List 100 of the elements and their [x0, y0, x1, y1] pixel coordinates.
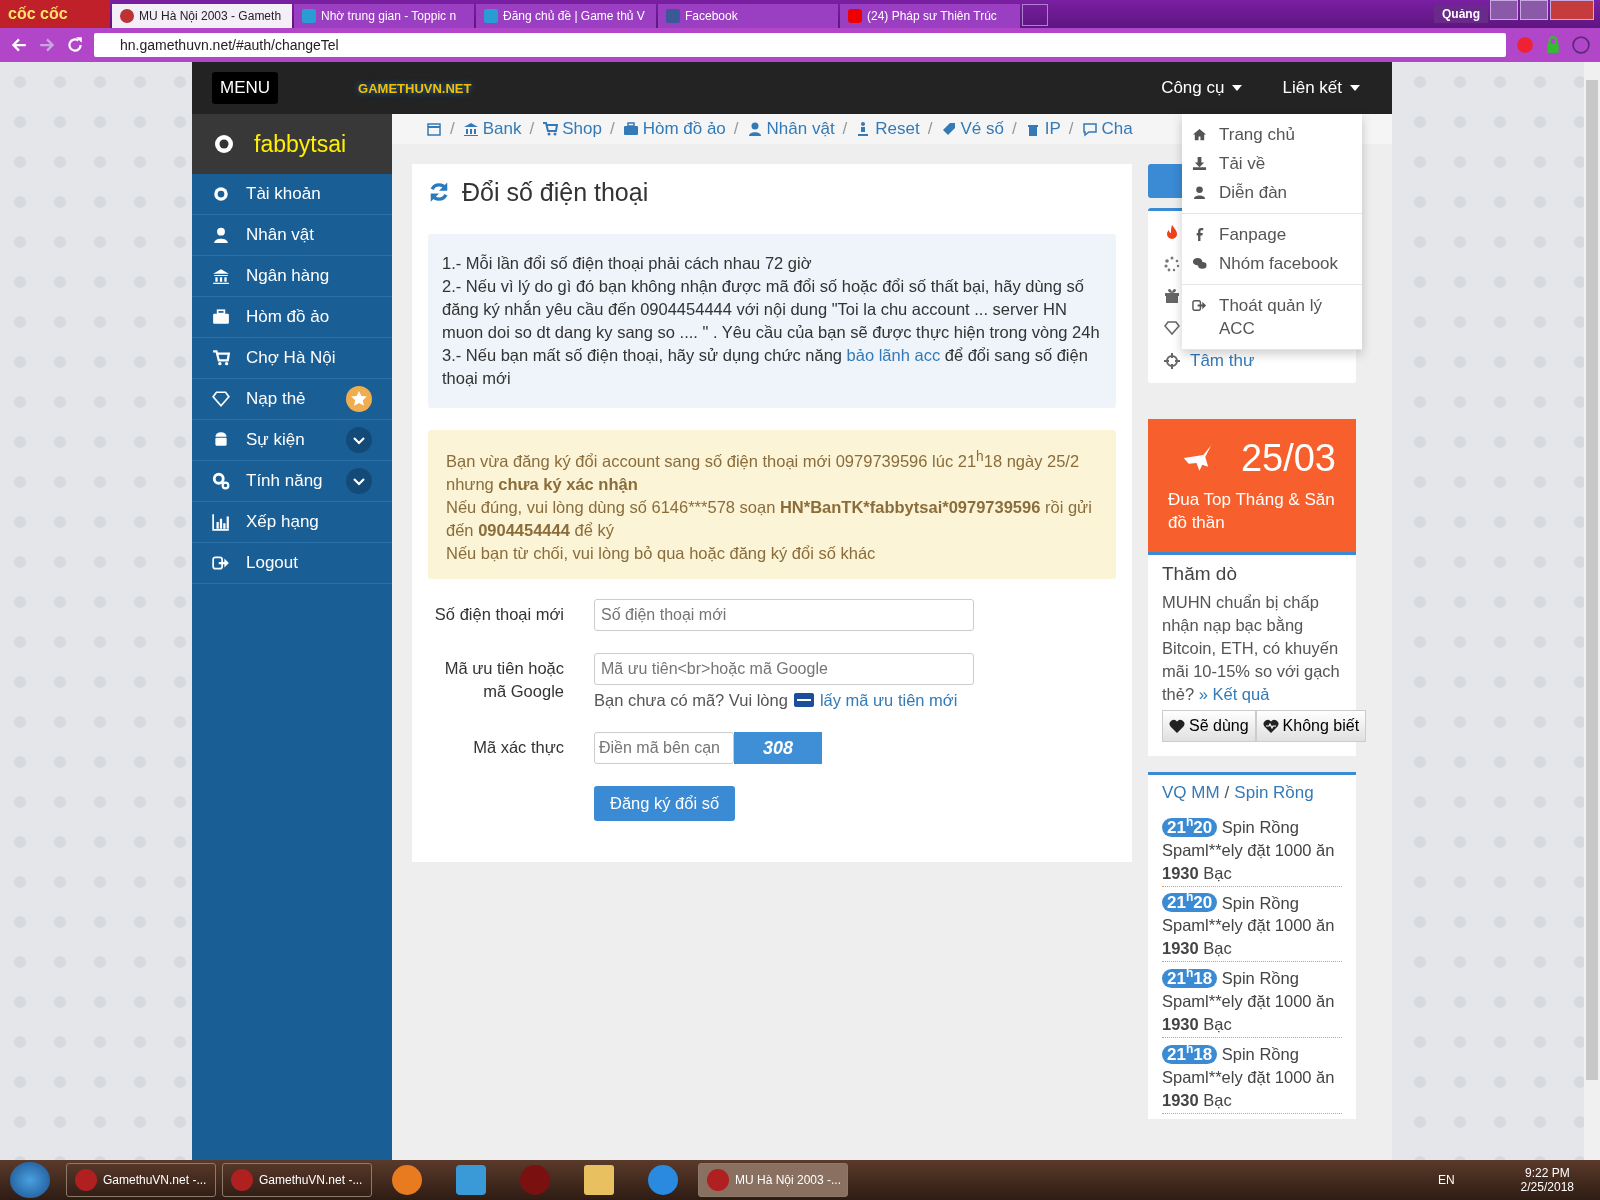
calendar-icon[interactable] [426, 121, 442, 137]
breadcrumb-link[interactable]: Shop [542, 119, 602, 139]
dropdown-item[interactable]: Nhóm facebook [1182, 249, 1362, 278]
field-label: Mã ưu tiên hoặc mã Google [443, 657, 564, 702]
menu-item-icon [212, 554, 230, 572]
breadcrumb-link[interactable]: Vé số [940, 119, 1004, 139]
reload-icon[interactable] [66, 36, 84, 54]
profile-button[interactable]: Quảng [1434, 5, 1488, 23]
minimize-button[interactable] [1490, 0, 1518, 20]
breadcrumb-separator: / [450, 119, 455, 139]
site-logo[interactable]: GAMETHUVN.NET [358, 80, 472, 96]
dropdown-item[interactable]: Fanpage [1182, 220, 1362, 249]
breadcrumb-separator: / [733, 119, 739, 139]
clock-time[interactable]: 9:22 PM [1524, 1166, 1570, 1180]
menu-item-icon [212, 349, 230, 367]
list-icon [1164, 288, 1180, 304]
captcha-field[interactable]: Điền mã bên cạn [594, 731, 734, 764]
maximize-button[interactable] [1520, 0, 1548, 20]
sidebar-label: Ngân hàng [246, 266, 331, 286]
dropdown-item[interactable]: Tải về [1182, 149, 1362, 178]
taskbar-window[interactable]: MU Hà Nội 2003 -... [698, 1163, 848, 1197]
guarantee-link[interactable]: bảo lãnh acc [846, 346, 941, 364]
menu-item-icon [1192, 185, 1207, 200]
breadcrumb-link[interactable]: Hòm đồ ảo [622, 119, 726, 139]
menu-item-icon [212, 308, 230, 326]
taskbar-window[interactable]: GamethuVN.net -... [66, 1163, 216, 1197]
caret-icon [1232, 85, 1243, 91]
breadcrumb-icon [1081, 121, 1098, 137]
nav-dropdown[interactable]: Công cụ [1161, 78, 1243, 98]
breadcrumb-icon [622, 121, 639, 137]
sidebar-label: Nhân vật [246, 225, 316, 245]
list-icon [1164, 353, 1180, 369]
breadcrumb-icon [542, 121, 559, 137]
scrollbar[interactable] [1584, 62, 1600, 1160]
breadcrumb-link[interactable]: Reset [855, 119, 920, 139]
breadcrumb-link[interactable]: Cha [1081, 119, 1133, 139]
browser-tab[interactable]: Facebook [658, 4, 838, 28]
media-player-icon[interactable] [456, 1165, 486, 1195]
menu-item-icon [212, 267, 230, 285]
browser-tab[interactable]: (24) Pháp sư Thiên Trúc [840, 4, 1020, 28]
input-field[interactable]: Số điện thoại mới [594, 598, 974, 631]
forward-icon[interactable] [38, 36, 56, 54]
submit-button[interactable]: Đăng ký đổi số [594, 785, 736, 821]
dropdown-item[interactable]: Thoát quản lý ACC [1182, 291, 1362, 343]
breadcrumb-icon [462, 121, 479, 137]
results-link[interactable]: » Kết quả [1198, 685, 1270, 703]
card-icon [793, 693, 814, 707]
page-title: Đổi số điện thoại [462, 177, 649, 207]
input-field[interactable]: Mã ưu tiên<br>hoặc mã Google [594, 652, 974, 685]
taskbar-window[interactable]: GamethuVN.net -... [222, 1163, 372, 1197]
start-button[interactable] [10, 1162, 50, 1198]
menu-button[interactable]: MENU [212, 72, 279, 104]
sidebar-item[interactable]: Hòm đồ ảo [192, 297, 392, 338]
clock-date[interactable]: 2/25/2018 [1520, 1180, 1574, 1194]
poll-title: Thăm dò [1162, 563, 1238, 585]
breadcrumb-separator: / [842, 119, 848, 139]
menu-item-icon [212, 185, 230, 203]
breadcrumb-icon [746, 121, 763, 137]
close-button[interactable] [1550, 0, 1594, 20]
sidebar-label: Xếp hạng [246, 512, 320, 532]
address-field[interactable]: hn.gamethuvn.net/#auth/changeTel [94, 33, 1506, 57]
get-code-link[interactable]: lấy mã ưu tiên mới [819, 690, 958, 710]
dropdown-item[interactable]: Diễn đàn [1182, 178, 1362, 207]
browser-icon[interactable] [648, 1165, 678, 1195]
sidebar-label: Logout [246, 553, 299, 573]
vote-button[interactable]: Không biết [1255, 710, 1367, 742]
breadcrumb-link[interactable]: Bank [462, 119, 522, 139]
feed-entry: 21$^{h}$20 Spin Rồng Spaml**ely đặt 1000 ăn 1930 Bạc [1162, 886, 1342, 963]
lock-icon[interactable] [1544, 36, 1562, 54]
new-tab-button[interactable] [1022, 4, 1048, 26]
vote-button[interactable]: Sẽ dùng [1162, 710, 1256, 742]
breadcrumb-link[interactable]: Nhân vật [746, 119, 835, 139]
breadcrumb-separator: / [1068, 119, 1074, 139]
menu-item-icon [212, 513, 230, 531]
chevron-icon[interactable] [346, 468, 372, 494]
browser-tab[interactable]: MU Hà Nội 2003 - Gameth [112, 4, 292, 28]
nav-dropdown[interactable]: Liên kết [1282, 78, 1360, 98]
browser-tab[interactable]: Nhờ trung gian - Toppic n [294, 4, 474, 28]
firefox-icon[interactable] [392, 1165, 422, 1195]
heart-icon [1262, 718, 1279, 734]
breadcrumb-link[interactable]: IP [1024, 119, 1061, 139]
dropdown-item[interactable]: Trang chủ [1182, 120, 1362, 149]
menu-item-icon [212, 472, 230, 490]
list-icon [1164, 224, 1180, 240]
feed-link[interactable]: Spin Rồng [1234, 783, 1314, 803]
sidebar-item[interactable]: Nạp thẻ [192, 379, 392, 420]
sidebar-item[interactable]: Tính năng [192, 461, 392, 502]
back-icon[interactable] [10, 36, 28, 54]
browser-logo[interactable]: cốc cốc [0, 0, 110, 28]
warning-text: Nếu bạn từ chối, vui lòng bỏ qua hoặc đăng ký đổi số khác [446, 542, 877, 564]
list-link[interactable]: Tâm thư [1190, 351, 1255, 371]
sidebar-item[interactable]: Sự kiện [192, 420, 392, 461]
help-text: Bạn chưa có mã? Vui lòng [594, 690, 788, 710]
game-icon[interactable] [520, 1165, 550, 1195]
feed-link[interactable]: VQ MM [1162, 783, 1220, 803]
language-indicator[interactable]: EN [1437, 1173, 1455, 1187]
sidebar-label: Nạp thẻ [246, 389, 307, 409]
sidebar-label: Sự kiện [246, 430, 306, 450]
browser-tab[interactable]: Đăng chủ đề | Game thủ V [476, 4, 656, 28]
chevron-icon[interactable] [346, 427, 372, 453]
